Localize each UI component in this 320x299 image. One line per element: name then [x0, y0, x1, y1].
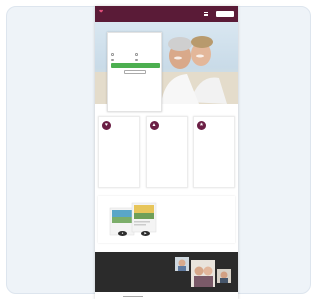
secondary-button[interactable] — [123, 70, 146, 74]
star-icon: ★ — [197, 121, 206, 130]
feature-text — [197, 152, 231, 174]
phone-app-screenshots — [109, 202, 157, 236]
form-headline — [111, 36, 158, 52]
app-description — [178, 206, 230, 218]
feature-card: ♥ — [98, 116, 140, 188]
feature-card: ▲ — [145, 116, 188, 188]
radio-icon[interactable] — [135, 58, 138, 61]
seeking-option[interactable] — [111, 58, 134, 61]
app-promo-text — [178, 204, 230, 224]
radio-icon[interactable] — [135, 53, 138, 56]
people-icon: ▲ — [149, 121, 159, 130]
seeking-option[interactable] — [135, 58, 158, 61]
footer-section — [95, 252, 238, 292]
signup-form-card — [107, 32, 162, 112]
footer-text — [101, 265, 163, 275]
heart-logo-icon: ❤ — [99, 8, 104, 15]
features-row: ♥ ▲ ★ — [95, 116, 238, 192]
feature-text — [102, 152, 136, 174]
site-logo[interactable]: ❤ — [99, 8, 104, 17]
top-navigation-bar: ❤ — [95, 6, 238, 22]
couples-photo-collage — [175, 257, 231, 287]
gender-options — [111, 53, 158, 56]
app-promo-section: ● ▶ — [98, 196, 235, 243]
dating-site-page: ❤ ♥ ▲ ★ ● ▶ — [95, 6, 238, 299]
apple-icon[interactable]: ● — [118, 231, 127, 236]
feature-text — [150, 152, 184, 174]
hamburger-menu-icon[interactable] — [204, 12, 208, 17]
play-store-icon[interactable]: ▶ — [141, 231, 150, 236]
feature-card: ★ — [193, 116, 235, 188]
signup-button[interactable] — [111, 63, 160, 68]
feature-title — [102, 140, 136, 150]
heart-icon: ♥ — [102, 121, 111, 130]
radio-icon[interactable] — [111, 53, 114, 56]
seeking-options — [111, 58, 158, 61]
radio-icon[interactable] — [111, 58, 114, 61]
feature-title — [197, 140, 231, 150]
gender-option[interactable] — [135, 53, 158, 56]
gender-option[interactable] — [111, 53, 134, 56]
feature-title — [150, 140, 184, 150]
login-button[interactable] — [216, 11, 234, 17]
